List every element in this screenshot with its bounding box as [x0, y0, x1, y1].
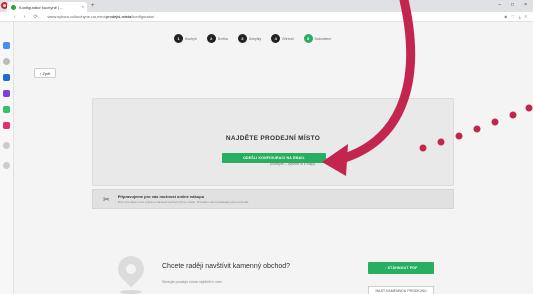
step-number: 2 — [206, 34, 216, 43]
sidebar-clock-icon[interactable] — [3, 58, 10, 65]
sidebar-messenger-icon[interactable] — [3, 42, 10, 49]
step-2[interactable]: 2 Dvířka — [206, 34, 228, 43]
step-number: 1 — [174, 34, 183, 43]
step-label: Shrnutí — [282, 36, 294, 41]
forward-icon[interactable]: › — [24, 14, 26, 20]
visit-store-heading: Chcete raději navštívit kamenný obchod? — [162, 263, 291, 270]
reload-icon[interactable]: ⟳ — [33, 14, 37, 20]
maximize-button[interactable]: □ — [511, 2, 514, 8]
sidebar-history-icon[interactable] — [3, 142, 10, 149]
sidebar-instagram-icon[interactable] — [3, 122, 10, 129]
window-controls: – □ × — [498, 2, 527, 8]
url-suffix: /konfigurator/ — [131, 14, 155, 19]
url-prefix: www.sykora.cz/kuchyne-na-miru/ — [47, 14, 107, 19]
tools-icon: ✂ — [103, 194, 110, 204]
shield-icon[interactable]: ◈ — [504, 14, 507, 19]
sidebar-telegram-icon[interactable] — [3, 106, 10, 113]
tab-title: Konfigurátor kuchyně | ... — [19, 4, 64, 10]
visit-store-section: Chcete raději navštívit kamenný obchod? … — [106, 250, 466, 294]
step-1[interactable]: 1 Kuchyň — [174, 34, 197, 43]
map-pin-icon — [112, 250, 150, 288]
step-number-active: 5 — [303, 34, 313, 43]
sidebar-whatsapp-icon[interactable] — [3, 74, 10, 81]
step-5[interactable]: 5 Dokončení — [303, 34, 332, 43]
find-store-card: NAJDĚTE PRODEJNÍ MÍSTO Odešlete konfigur… — [92, 98, 454, 186]
notice-title: Připravujeme pro vás možnost online náku… — [117, 194, 205, 199]
toolbar-icons: ◈ ♡ ⤓ ≡ — [504, 14, 527, 19]
step-number: 4 — [271, 34, 281, 43]
notice-text: Brzy si budete moci vybrat a zakoupit ku… — [117, 200, 250, 204]
step-4[interactable]: 4 Shrnutí — [271, 34, 294, 43]
tab-favicon-icon — [11, 4, 16, 10]
step-label: Dvířka — [217, 36, 228, 41]
pin-shadow — [120, 290, 142, 294]
tab-bar: Konfigurátor kuchyně | ... × + – □ × — [0, 0, 533, 12]
minimize-button[interactable]: – — [498, 2, 501, 8]
step-label: Úchytky — [248, 36, 262, 41]
address-bar: ‹ › ⟳ www.sykora.cz/kuchyne-na-miru/prod… — [0, 12, 533, 22]
send-config-button[interactable]: ODEŠLI KONFIGURACI NA EMAIL — [222, 153, 326, 163]
download-pdf-button[interactable]: ↓ STÁHNOUT PDF — [368, 262, 434, 274]
online-purchase-notice: ✂ Připravujeme pro vás možnost online ná… — [92, 189, 454, 209]
download-icon[interactable]: ⤓ — [519, 14, 521, 19]
new-tab-button[interactable]: + — [91, 2, 95, 10]
browser-window: Konfigurátor kuchyně | ... × + – □ × ‹ ›… — [0, 0, 533, 294]
menu-icon[interactable]: ≡ — [525, 14, 527, 19]
card-title: NAJDĚTE PRODEJNÍ MÍSTO — [225, 135, 321, 142]
browser-tab[interactable]: Konfigurátor kuchyně | ... × — [7, 2, 87, 12]
visit-store-text: Sledujte prodejní místa nejbližší k vám — [162, 280, 222, 284]
url-highlight: prodejni-mista — [106, 14, 132, 19]
step-number: 3 — [237, 34, 247, 43]
progress-stepper: 1 Kuchyň 2 Dvířka 3 Úchytky 4 Shrnutí 5 Dokon… — [174, 34, 341, 43]
find-store-button[interactable]: NAJÍT KAMENNOU PRODEJNU — [368, 286, 434, 294]
back-icon[interactable]: ‹ — [14, 14, 16, 20]
step-label: Kuchyň — [185, 36, 197, 41]
step-label: Dokončení — [314, 36, 332, 41]
page-content: 1 Kuchyň 2 Dvířka 3 Úchytky 4 Shrnutí 5 Dokon… — [14, 22, 533, 294]
nav-buttons: ‹ › ⟳ — [14, 14, 38, 20]
tab-close-icon[interactable]: × — [82, 4, 84, 9]
heart-icon[interactable]: ♡ — [511, 14, 515, 19]
back-button[interactable]: ‹ Zpět — [34, 68, 57, 78]
close-window-button[interactable]: × — [524, 2, 527, 8]
sidebar — [0, 22, 14, 294]
sidebar-vk-icon[interactable] — [3, 90, 10, 97]
sidebar-settings-icon[interactable] — [3, 162, 10, 169]
step-3[interactable]: 3 Úchytky — [237, 34, 262, 43]
url-field[interactable]: www.sykora.cz/kuchyne-na-miru/prodejni-m… — [48, 14, 155, 19]
